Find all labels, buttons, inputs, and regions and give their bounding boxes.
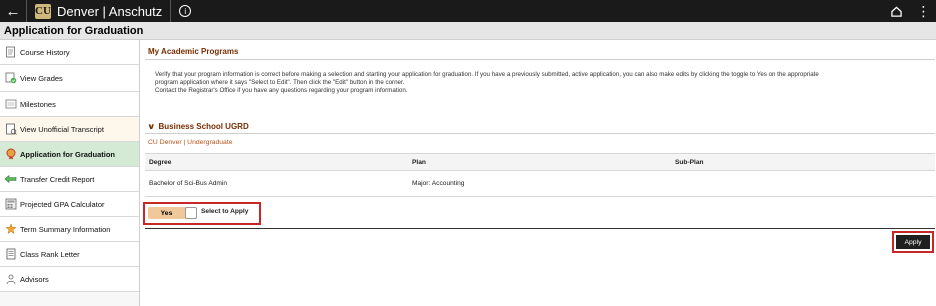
transcript-icon: [4, 123, 17, 136]
column-header-degree: Degree: [145, 153, 408, 171]
sidebar-item-class-rank-letter[interactable]: Class Rank Letter: [0, 242, 139, 267]
calculator-icon: [4, 198, 17, 211]
campus-career-label: CU Denver | Undergraduate: [148, 139, 233, 146]
select-to-apply-highlight: Yes Select to Apply: [143, 202, 261, 225]
letter-icon: [4, 248, 17, 261]
instructions-text: Verify that your program information is …: [155, 71, 925, 95]
sub-plan-cell: [671, 170, 935, 197]
grades-icon: [4, 72, 17, 85]
sidebar-item-term-summary[interactable]: Term Summary Information: [0, 217, 139, 242]
column-header-plan: Plan: [408, 153, 671, 171]
sidebar-item-transfer-credit-report[interactable]: Transfer Credit Report: [0, 167, 139, 192]
page-title-bar: Application for Graduation: [0, 22, 936, 40]
sidebar-item-label: Class Rank Letter: [20, 249, 80, 259]
main-content: My Academic Programs Verify that your pr…: [141, 40, 936, 306]
program-group-header[interactable]: ∨ Business School UGRD: [147, 122, 249, 131]
brand-name: Denver | Anschutz: [57, 3, 163, 19]
transfer-arrow-icon: [4, 173, 17, 186]
chevron-down-icon[interactable]: ∨: [147, 122, 155, 131]
sidebar-item-label: Term Summary Information: [20, 224, 111, 234]
toggle-knob[interactable]: [185, 207, 197, 219]
sidebar-item-application-for-graduation[interactable]: Application for Graduation: [0, 142, 139, 167]
sidebar-item-label: Course History: [20, 47, 70, 57]
instructions-line: Verify that your program information is …: [155, 71, 819, 78]
graduation-icon: [4, 148, 17, 161]
apply-button-highlight: Apply: [892, 231, 934, 253]
milestones-icon: [4, 98, 17, 111]
toggle-state-label: Yes: [160, 209, 173, 217]
divider: [145, 228, 935, 229]
sidebar-item-unofficial-transcript[interactable]: View Unofficial Transcript: [0, 117, 139, 142]
advisors-icon: [4, 273, 17, 286]
sidebar-item-label: Projected GPA Calculator: [20, 199, 105, 209]
page-title: Application for Graduation: [4, 25, 144, 37]
program-name: Business School UGRD: [158, 122, 249, 131]
degree-cell: Bachelor of Sci-Bus Admin: [145, 170, 408, 197]
plan-cell: Major: Accounting: [408, 170, 671, 197]
sidebar-item-label: Transfer Credit Report: [20, 174, 95, 184]
program-table: Degree Plan Sub-Plan Bachelor of Sci-Bus…: [145, 153, 935, 197]
divider: [145, 59, 935, 60]
back-arrow-icon[interactable]: ←: [0, 0, 26, 22]
more-menu-icon[interactable]: ⋮: [910, 0, 936, 22]
sidebar-nav: Course History View Grades Milestones Vi…: [0, 40, 140, 306]
sidebar-item-label: View Grades: [20, 73, 63, 83]
sidebar-item-course-history[interactable]: Course History: [0, 40, 139, 65]
instructions-line: Contact the Registrar's Office if you ha…: [155, 87, 408, 94]
divider: [26, 0, 27, 22]
table-row: Bachelor of Sci-Bus Admin Major: Account…: [145, 170, 935, 197]
toggle-text: Select to Apply: [201, 208, 249, 215]
sidebar-item-label: Application for Graduation: [20, 149, 115, 159]
table-header-row: Degree Plan Sub-Plan: [145, 153, 935, 171]
sidebar-item-label: Advisors: [20, 274, 49, 284]
sidebar-item-label: View Unofficial Transcript: [20, 124, 104, 134]
course-history-icon: [4, 46, 17, 59]
sidebar-item-view-grades[interactable]: View Grades: [0, 65, 139, 92]
brand-logo: CU Denver | Anschutz: [35, 3, 163, 19]
home-icon[interactable]: [882, 0, 910, 22]
sidebar-item-milestones[interactable]: Milestones: [0, 92, 139, 117]
sidebar-item-label: Milestones: [20, 99, 56, 109]
apply-button[interactable]: Apply: [896, 235, 930, 249]
column-header-sub-plan: Sub-Plan: [671, 153, 935, 171]
select-to-apply-toggle[interactable]: Yes: [148, 207, 197, 219]
section-title: My Academic Programs: [148, 47, 239, 56]
sidebar-item-projected-gpa-calculator[interactable]: Projected GPA Calculator: [0, 192, 139, 217]
top-bar: ← CU Denver | Anschutz i ⋮: [0, 0, 936, 22]
divider: [170, 0, 172, 22]
cu-logo-icon: CU: [35, 3, 51, 19]
divider: [145, 133, 935, 134]
info-icon[interactable]: i: [179, 5, 192, 17]
instructions-line: program application where it says "Selec…: [155, 79, 405, 86]
term-summary-icon: [4, 223, 17, 236]
sidebar-item-advisors[interactable]: Advisors: [0, 267, 139, 292]
